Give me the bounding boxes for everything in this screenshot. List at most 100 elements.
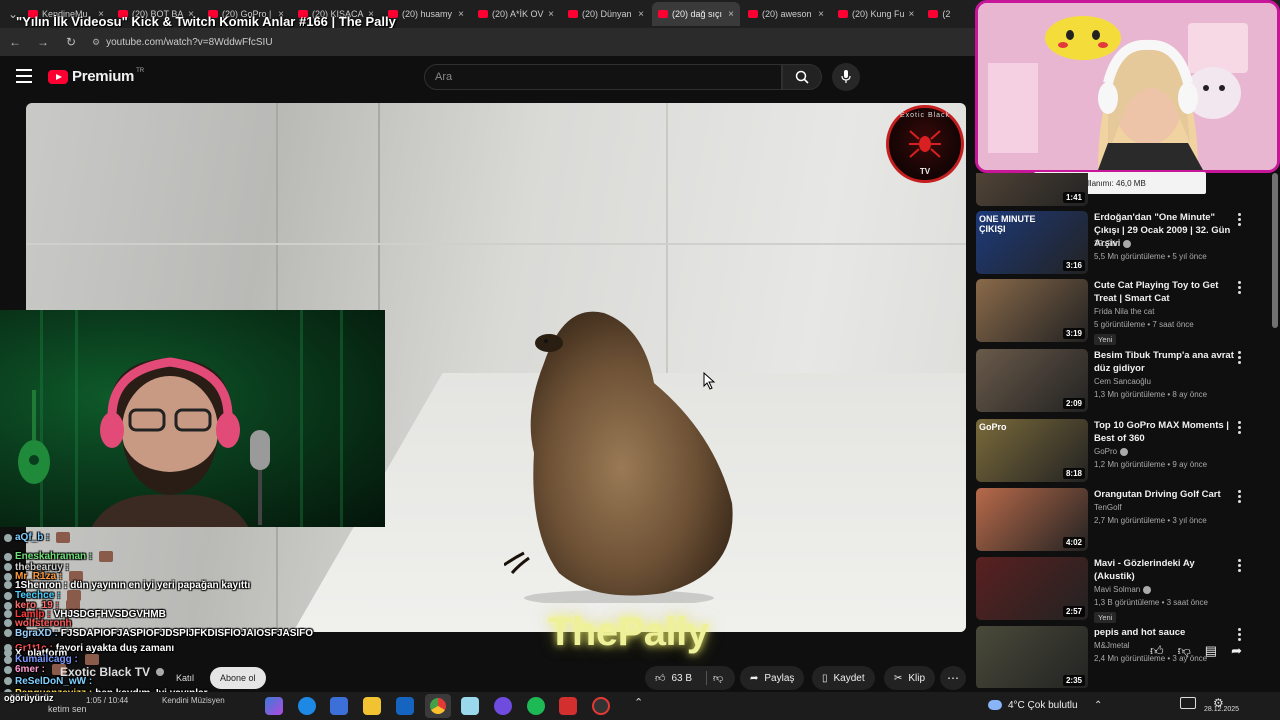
comment-icon[interactable]: ▤: [1205, 643, 1217, 659]
video-title[interactable]: pepis and hot sauce: [1094, 626, 1234, 639]
browser-tab[interactable]: (20) Kung Fu ×: [832, 2, 920, 26]
keyboard-icon[interactable]: [1180, 697, 1196, 709]
recommended-video[interactable]: 3:19 Cute Cat Playing Toy to Get Treat | …: [976, 279, 1272, 345]
more-actions-icon[interactable]: ⋯: [940, 666, 966, 690]
site-info-icon[interactable]: ⚙: [92, 37, 100, 48]
discord-icon[interactable]: [494, 697, 512, 715]
channel-text: GoPro: [1094, 447, 1118, 456]
media-title: Kendini Müzisyen: [162, 696, 225, 705]
close-tab-icon[interactable]: ×: [638, 9, 644, 20]
video-channel[interactable]: 32.Gün: [1094, 239, 1132, 248]
subscribe-button[interactable]: Abone ol: [210, 667, 266, 689]
tray-chevron-icon[interactable]: ⌃: [1094, 700, 1102, 711]
clip-button[interactable]: ✂ Klip: [884, 666, 936, 690]
share-arrow-icon: ➦: [750, 672, 759, 684]
chrome-taskbar-button[interactable]: [425, 694, 451, 718]
recommended-video[interactable]: 2:57 Mavi - Gözlerindeki Ay (Akustik) Mavi…: [976, 557, 1272, 623]
channel-watermark-logo: Exotic Black TV: [886, 105, 964, 183]
more-options-icon[interactable]: [1234, 351, 1244, 365]
spotify-icon[interactable]: [527, 697, 545, 715]
more-options-icon[interactable]: [1234, 421, 1244, 435]
youtube-favicon-icon: [478, 10, 488, 18]
search-button[interactable]: [782, 64, 822, 90]
browser-tab[interactable]: (20) Dünyan ×: [562, 2, 650, 26]
more-options-icon[interactable]: [1234, 559, 1244, 573]
share-arrow-icon[interactable]: ➦: [1231, 643, 1242, 659]
thumbs-down-icon[interactable]: 👎︎: [713, 672, 723, 684]
voice-search-button[interactable]: [832, 63, 860, 91]
store-icon[interactable]: [330, 697, 348, 715]
video-thumbnail[interactable]: 2:57: [976, 557, 1088, 620]
thumbs-up-icon[interactable]: 👍︎: [1150, 643, 1164, 659]
more-options-icon[interactable]: [1234, 213, 1244, 227]
close-tab-icon[interactable]: ×: [909, 9, 915, 20]
video-title[interactable]: Orangutan Driving Golf Cart: [1094, 488, 1234, 501]
url-field[interactable]: ⚙ youtube.com/watch?v=8WddwFfcSIU: [92, 37, 273, 48]
video-channel[interactable]: M&Jmetal: [1094, 641, 1130, 650]
video-title[interactable]: Besim Tibuk Trump'a ana avrat düz gidiyo…: [1094, 349, 1234, 375]
video-thumbnail[interactable]: 3:19: [976, 279, 1088, 342]
back-arrow-icon[interactable]: ←: [8, 35, 22, 49]
weather-text[interactable]: 4°C Çok bulutlu: [1008, 700, 1078, 711]
tab-label: (20) A*İK OV: [492, 9, 544, 19]
folder-icon[interactable]: [363, 697, 381, 715]
recommended-video[interactable]: GoPro 8:18 Top 10 GoPro MAX Moments | Best…: [976, 419, 1272, 485]
app-icon[interactable]: [461, 697, 479, 715]
video-thumbnail[interactable]: 1:41: [976, 173, 1088, 206]
copilot-icon[interactable]: [265, 697, 283, 715]
browser-tab[interactable]: (20) aweson ×: [742, 2, 830, 26]
more-options-icon[interactable]: [1234, 490, 1244, 504]
chat-message: aQf_b :: [4, 532, 71, 543]
edge-icon[interactable]: [298, 697, 316, 715]
video-thumbnail[interactable]: 4:02: [976, 488, 1088, 551]
forward-arrow-icon[interactable]: →: [36, 35, 50, 49]
video-thumbnail[interactable]: ONE MINUTE ÇIKIŞI 3:16: [976, 211, 1088, 274]
close-tab-icon[interactable]: ×: [458, 9, 464, 20]
more-options-icon[interactable]: [1234, 281, 1244, 295]
search-input[interactable]: Ara: [424, 64, 782, 90]
video-thumbnail[interactable]: 2:09: [976, 349, 1088, 412]
reload-icon[interactable]: ↻: [64, 35, 78, 49]
recommended-video[interactable]: 1:41: [976, 173, 1272, 209]
obs-icon[interactable]: [592, 697, 610, 715]
app-icon[interactable]: [559, 697, 577, 715]
recommended-video[interactable]: 2:09 Besim Tibuk Trump'a ana avrat düz gi…: [976, 349, 1272, 415]
close-tab-icon[interactable]: ×: [548, 9, 554, 20]
channel-name[interactable]: Exotic Black TV: [60, 665, 165, 679]
youtube-premium-logo[interactable]: Premium TR: [48, 68, 144, 85]
video-channel[interactable]: GoPro: [1094, 447, 1129, 456]
chevron-up-icon[interactable]: ⌃: [634, 696, 643, 709]
video-channel[interactable]: Cem Sancaoğlu: [1094, 377, 1151, 386]
url-text: youtube.com/watch?v=8WddwFfcSIU: [106, 36, 273, 48]
like-count[interactable]: 63 B: [671, 673, 692, 684]
outlook-icon[interactable]: [396, 697, 414, 715]
video-channel[interactable]: TenGolf: [1094, 503, 1122, 512]
join-button[interactable]: Katıl: [168, 668, 202, 688]
scissors-icon: ✂: [894, 672, 903, 684]
save-button[interactable]: ▯ Kaydet: [812, 666, 875, 690]
video-channel[interactable]: Frida Nila the cat: [1094, 307, 1154, 316]
video-thumbnail[interactable]: 2:35: [976, 626, 1088, 688]
verified-icon: [1120, 447, 1129, 456]
video-channel[interactable]: Mavi Solman: [1094, 585, 1152, 594]
video-title[interactable]: Cute Cat Playing Toy to Get Treat | Smar…: [1094, 279, 1234, 305]
close-tab-icon[interactable]: ×: [728, 9, 734, 20]
thumbs-up-icon[interactable]: 👍︎: [655, 672, 665, 684]
clock-date[interactable]: 28.12.2025: [1204, 706, 1239, 713]
video-title[interactable]: Top 10 GoPro MAX Moments | Best of 360: [1094, 419, 1234, 445]
close-tab-icon[interactable]: ×: [818, 9, 824, 20]
hamburger-menu-icon[interactable]: [16, 69, 32, 83]
browser-tab[interactable]: (20) A*İK OV ×: [472, 2, 560, 26]
video-title-overlay: "Yılın İlk Videosu" Kick & Twitch Komik …: [16, 14, 396, 29]
more-options-icon[interactable]: [1234, 628, 1244, 642]
thumbs-down-icon[interactable]: 👎︎: [1178, 643, 1191, 659]
video-title[interactable]: Mavi - Gözlerindeki Ay (Akustik): [1094, 557, 1234, 583]
share-button[interactable]: ➦ Paylaş: [740, 666, 805, 690]
microphone-icon: [841, 70, 851, 83]
video-meta: 1,2 Mn görüntüleme • 9 ay önce: [1094, 460, 1208, 469]
recommended-video[interactable]: ONE MINUTE ÇIKIŞI 3:16 Erdoğan'dan "One Mi…: [976, 211, 1272, 277]
sidebar-scrollbar[interactable]: [1272, 173, 1278, 328]
browser-tab[interactable]: (20) dağ sıçı ×: [652, 2, 740, 26]
recommended-video[interactable]: 4:02 Orangutan Driving Golf Cart TenGolf 2,…: [976, 488, 1272, 554]
video-thumbnail[interactable]: GoPro 8:18: [976, 419, 1088, 482]
